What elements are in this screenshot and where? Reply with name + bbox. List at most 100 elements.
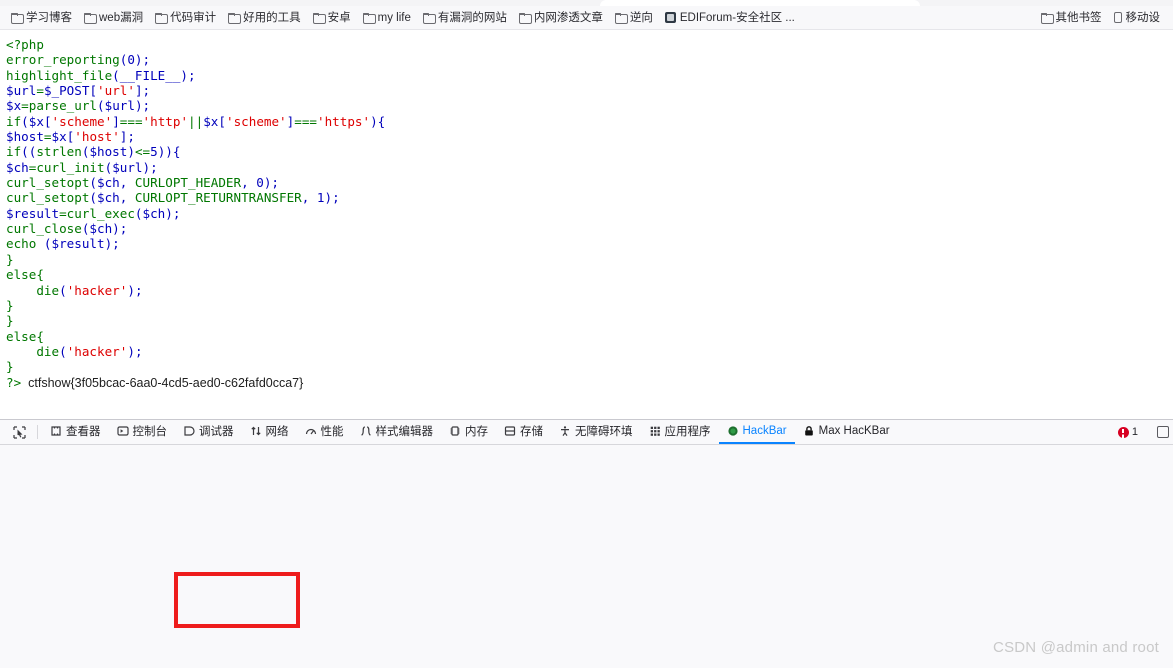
bookmark-mobile-bookmarks[interactable]: 移动设	[1109, 10, 1166, 26]
bookmark-label: 代码审计	[170, 11, 217, 24]
code-token: <=	[134, 144, 151, 160]
bookmarks-bar: 学习博客 web漏洞 代码审计 好用的工具 安卓 my life 有漏洞的网站 内网渗透文章 逆…	[0, 6, 1173, 30]
code-token: curl_setopt	[6, 175, 90, 191]
code-token: ,	[241, 175, 257, 191]
code-token: );	[127, 282, 143, 298]
style-editor-icon	[360, 426, 371, 436]
code-token: $url	[104, 98, 135, 114]
bookmark-label: EDIForum-安全社区 ...	[679, 11, 795, 24]
code-token: ,	[119, 175, 135, 191]
error-icon	[1117, 426, 1129, 438]
hackbar-icon	[727, 426, 738, 436]
code-token: ];	[119, 129, 135, 145]
code-token: );	[142, 159, 158, 175]
code-token: ,	[119, 190, 135, 206]
devtools-tab-查看器[interactable]: 查看器	[42, 420, 109, 444]
code-token: ?>	[6, 374, 22, 390]
code-token: (	[134, 205, 143, 221]
bookmark-other-bookmarks[interactable]: 其他书签	[1036, 10, 1107, 26]
code-token: ===	[294, 113, 317, 129]
bookmarks-bar-right: 其他书签 移动设	[1036, 10, 1168, 26]
code-token: =	[59, 205, 67, 221]
devtools-tab-label: 控制台	[132, 426, 168, 438]
folder-icon	[11, 13, 24, 24]
code-token: echo	[6, 236, 44, 252]
code-token: );	[134, 98, 151, 114]
code-token: highlight_file	[6, 67, 113, 83]
devtools-tab-调试器[interactable]: 调试器	[175, 420, 242, 444]
code-token: }	[6, 313, 14, 329]
code-token: ){	[370, 113, 386, 129]
devtools-tab-label: 查看器	[66, 426, 101, 438]
devtools-tab-max-hackbar[interactable]: Max HacKBar	[795, 420, 898, 444]
devtools-tab-label: 无障碍环填	[575, 426, 633, 438]
bookmark-item[interactable]: 安卓	[308, 10, 356, 26]
code-token: $result	[6, 205, 60, 221]
bookmark-label: 移动设	[1125, 11, 1161, 24]
bookmark-item[interactable]: 学习博客	[6, 10, 77, 26]
devtools-tab-无障碍环填[interactable]: 无障碍环填	[551, 420, 641, 444]
folder-icon	[228, 13, 242, 24]
bookmark-item[interactable]: 好用的工具	[223, 10, 306, 26]
devtools-tab-label: 样式编辑器	[375, 426, 434, 438]
inspector-icon	[51, 426, 61, 436]
application-icon	[650, 426, 660, 436]
code-token: );	[134, 52, 151, 68]
error-count-badge[interactable]: 1	[1112, 426, 1144, 438]
code-token: $ch	[97, 175, 120, 191]
code-token: }	[6, 251, 14, 267]
code-token: );	[104, 236, 120, 252]
memory-icon	[450, 426, 460, 436]
lock-icon	[804, 426, 813, 436]
devtools-toolbar-right: 1	[1112, 420, 1173, 444]
devtools-tab-控制台[interactable]: 控制台	[109, 420, 176, 444]
accessibility-icon	[561, 426, 569, 436]
code-token: curl_setopt	[6, 190, 90, 206]
code-token: );	[127, 343, 143, 359]
folder-icon	[518, 13, 532, 24]
code-token: 1	[316, 190, 325, 206]
bookmark-item[interactable]: web漏洞	[79, 10, 148, 26]
code-token: curl_init	[36, 159, 105, 175]
bookmark-item[interactable]: 代码审计	[150, 10, 221, 26]
devtools-tab-内存[interactable]: 内存	[441, 420, 496, 444]
folder-icon	[422, 13, 436, 24]
bookmark-label: 好用的工具	[243, 11, 301, 24]
bookmark-item[interactable]: EDIForum-安全社区 ...	[660, 10, 800, 26]
devtools-tab-label: 网络	[265, 426, 289, 438]
code-token: else{	[6, 267, 44, 283]
devtools-tab-hackbar[interactable]: HackBar	[718, 420, 795, 444]
code-token: $url	[112, 159, 143, 175]
folder-icon	[614, 13, 628, 24]
devtools-settings-icon[interactable]	[1157, 426, 1169, 438]
code-token: ===	[119, 113, 143, 129]
code-token: strlen	[36, 144, 82, 160]
code-token: =	[36, 83, 44, 99]
code-token: }	[6, 359, 14, 375]
devtools-tab-存储[interactable]: 存储	[496, 420, 551, 444]
bookmark-item[interactable]: 逆向	[610, 10, 658, 26]
code-token: [	[43, 113, 52, 129]
network-icon	[250, 426, 261, 436]
code-token: (	[59, 282, 67, 298]
devtools-tab-应用程序[interactable]: 应用程序	[641, 420, 719, 444]
devtools-tab-bar: 查看器 控制台 调试器 网络 性能 样式编辑器 内存 存储 无障碍环填 应用程序 HackBar Ma…	[0, 420, 1173, 445]
bookmark-label: 学习博客	[26, 11, 72, 24]
bookmark-label: 逆向	[629, 11, 653, 24]
bookmark-item[interactable]: my life	[358, 10, 416, 26]
code-token: die	[36, 282, 60, 298]
code-token: (	[21, 113, 29, 129]
devtools-tab-性能[interactable]: 性能	[297, 420, 352, 444]
devtools-tab-网络[interactable]: 网络	[242, 420, 297, 444]
devtools-tab-样式编辑器[interactable]: 样式编辑器	[352, 420, 442, 444]
php-source-code: <?php error_reporting (0); highlight_file…	[0, 30, 1173, 391]
bookmark-item[interactable]: 内网渗透文章	[514, 10, 608, 26]
code-token: [	[89, 83, 98, 99]
bookmark-item[interactable]: 有漏洞的网站	[418, 10, 512, 26]
code-token: CURLOPT_RETURNTRANSFER	[134, 190, 302, 206]
code-token: $ch	[6, 159, 29, 175]
element-picker-button[interactable]	[4, 420, 33, 444]
code-token: 0	[127, 52, 135, 68]
